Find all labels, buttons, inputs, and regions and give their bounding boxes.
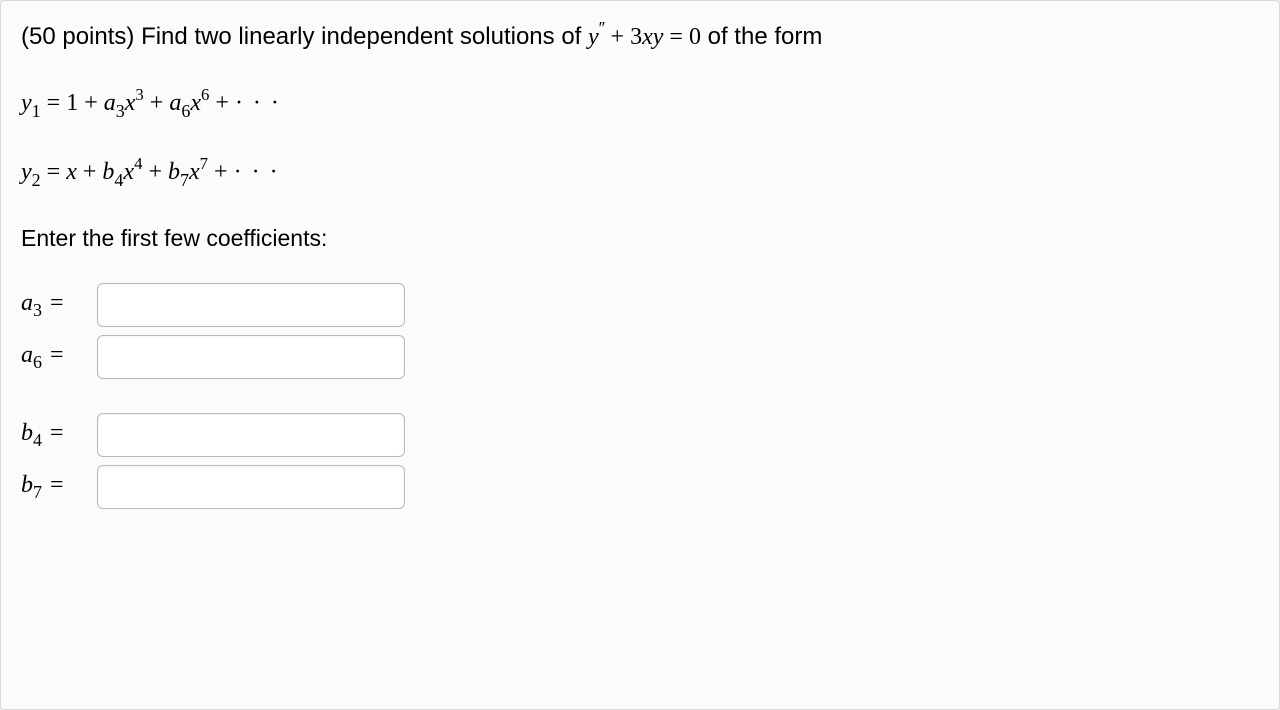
coeff-label-b7: b7= xyxy=(21,472,97,503)
series-y2: y2 = x + b4x4 + b7x7 + · · · xyxy=(21,152,1259,193)
problem-text-1: Find two linearly independent solutions … xyxy=(141,23,588,50)
coeff-row-b7: b7= xyxy=(21,465,1259,509)
problem-statement: (50 points) Find two linearly independen… xyxy=(21,19,1259,55)
input-b7[interactable] xyxy=(97,465,405,509)
problem-container: (50 points) Find two linearly independen… xyxy=(0,0,1280,710)
input-a6[interactable] xyxy=(97,335,405,379)
coeff-row-a6: a6= xyxy=(21,335,1259,379)
instruction-text: Enter the first few coefficients: xyxy=(21,221,1259,256)
input-b4[interactable] xyxy=(97,413,405,457)
coeff-row-b4: b4= xyxy=(21,413,1259,457)
input-a3[interactable] xyxy=(97,283,405,327)
equation-ode: y′′ + 3xy = 0 xyxy=(588,24,701,50)
coeff-label-a3: a3= xyxy=(21,290,97,321)
coeff-label-a6: a6= xyxy=(21,342,97,373)
series-y1: y1 = 1 + a3x3 + a6x6 + · · · xyxy=(21,83,1259,124)
coefficients-group-b: b4= b7= xyxy=(21,413,1259,509)
points-prefix: (50 points) xyxy=(21,23,141,50)
coeff-label-b4: b4= xyxy=(21,420,97,451)
coeff-row-a3: a3= xyxy=(21,283,1259,327)
coefficients-group-a: a3= a6= xyxy=(21,283,1259,379)
problem-text-2: of the form xyxy=(701,23,822,50)
